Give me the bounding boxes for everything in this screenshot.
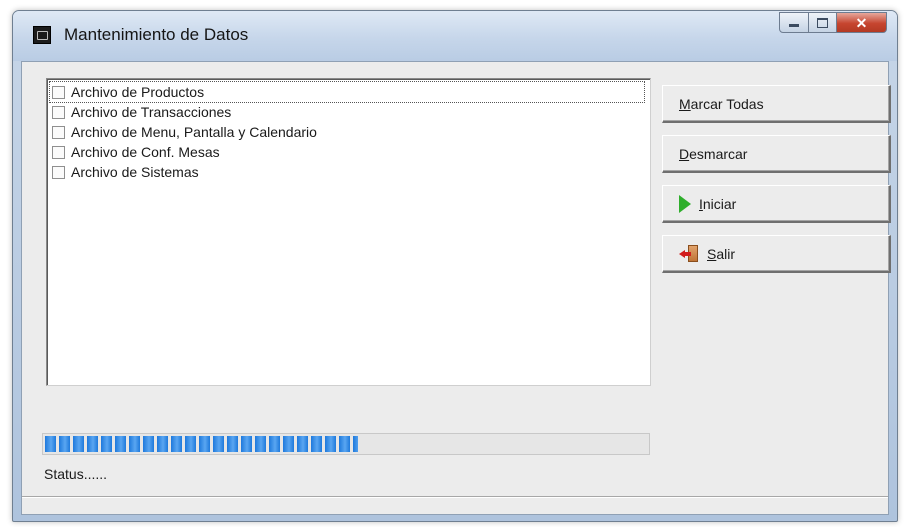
checkbox[interactable]: [52, 165, 65, 179]
window-client-area: Archivo de Productos Archivo de Transacc…: [21, 61, 891, 515]
status-bar: [22, 496, 888, 514]
list-item-sistemas[interactable]: Archivo de Sistemas: [50, 162, 199, 182]
start-label: Iniciar: [699, 195, 737, 212]
checkbox[interactable]: [52, 145, 65, 159]
list-item-productos[interactable]: Archivo de Productos: [49, 81, 645, 103]
mark-all-button[interactable]: Marcar Todas: [662, 85, 891, 123]
maximize-button[interactable]: [809, 12, 837, 33]
list-item-label: Archivo de Sistemas: [71, 164, 199, 180]
start-button[interactable]: Iniciar: [662, 185, 891, 223]
list-item-transacciones[interactable]: Archivo de Transacciones: [50, 102, 231, 122]
exit-label: Salir: [707, 245, 736, 262]
caption-buttons: ✕: [779, 12, 887, 34]
app-window-icon[interactable]: [33, 26, 51, 44]
mark-all-label: Marcar Todas: [679, 95, 764, 112]
exit-button[interactable]: Salir: [662, 235, 891, 273]
minimize-icon: [789, 24, 799, 27]
progress-fill: [45, 436, 358, 452]
file-checklist[interactable]: Archivo de Productos Archivo de Transacc…: [46, 78, 651, 386]
unmark-label: Desmarcar: [679, 145, 748, 162]
close-button[interactable]: ✕: [837, 12, 887, 33]
status-text: Status......: [44, 466, 108, 482]
play-icon: [679, 194, 691, 213]
unmark-button[interactable]: Desmarcar: [662, 135, 891, 173]
exit-door-icon: [679, 244, 699, 264]
main-window: Mantenimiento de Datos ✕ Archivo de Prod…: [12, 10, 898, 522]
list-item-label: Archivo de Conf. Mesas: [71, 144, 220, 160]
list-item-label: Archivo de Transacciones: [71, 104, 232, 120]
window-title: Mantenimiento de Datos: [64, 25, 249, 44]
title-bar[interactable]: Mantenimiento de Datos ✕: [13, 11, 897, 61]
minimize-button[interactable]: [779, 12, 809, 33]
checkbox[interactable]: [52, 85, 65, 99]
list-item-label: Archivo de Menu, Pantalla y Calendario: [71, 124, 317, 140]
checkbox[interactable]: [52, 125, 65, 139]
list-item-conf-mesas[interactable]: Archivo de Conf. Mesas: [50, 142, 220, 162]
checkbox[interactable]: [52, 105, 65, 119]
close-icon: ✕: [855, 14, 868, 31]
maximize-icon: [817, 17, 828, 28]
list-item-menu-pantalla-calendario[interactable]: Archivo de Menu, Pantalla y Calendario: [50, 122, 317, 142]
list-item-label: Archivo de Productos: [71, 84, 205, 100]
progress-bar: [42, 433, 650, 455]
